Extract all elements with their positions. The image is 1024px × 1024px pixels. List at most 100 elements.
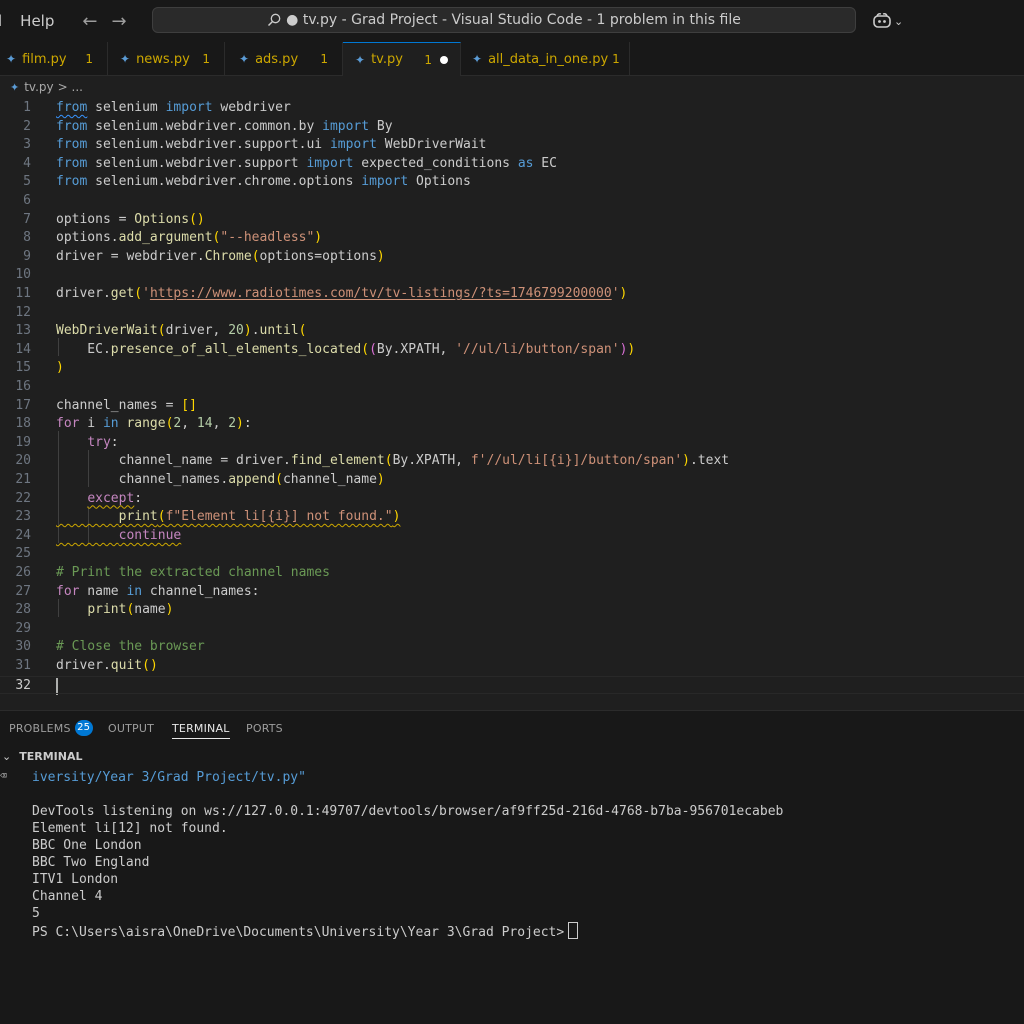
code-text: from selenium.webdriver.common.by import… (56, 118, 393, 134)
code-line[interactable]: 5 from selenium.webdriver.chrome.options … (0, 173, 1024, 192)
code-line[interactable]: 27 for name in channel_names: (0, 583, 1024, 602)
line-number: 15 (15, 360, 31, 376)
python-file-icon: ✦ (120, 52, 131, 66)
tab-film-py[interactable]: ✦ film.py 1 (0, 42, 108, 76)
terminal-section-header[interactable]: ⌄ TERMINAL (0, 745, 1024, 767)
terminal-side-icon[interactable]: ⌫ (0, 769, 7, 782)
code-line[interactable]: 21 channel_names.append(channel_name) (0, 471, 1024, 490)
code-line[interactable]: 28 print(name) (0, 601, 1024, 620)
menu-item-help[interactable]: Help (20, 12, 54, 30)
line-number: 10 (15, 267, 31, 283)
code-line[interactable]: 12 (0, 304, 1024, 323)
code-text: # Print the extracted channel names (56, 565, 330, 580)
code-text: EC.presence_of_all_elements_located((By.… (56, 341, 636, 357)
arrow-right-icon[interactable]: → (111, 11, 126, 32)
code-line[interactable]: 14 EC.presence_of_all_elements_located((… (0, 341, 1024, 360)
code-text: channel_names.append(channel_name) (56, 472, 385, 487)
code-line[interactable]: 10 (0, 266, 1024, 285)
code-line[interactable]: 30 # Close the browser (0, 638, 1024, 657)
code-line[interactable]: 29 (0, 620, 1024, 639)
code-text: ) (56, 360, 64, 376)
code-line[interactable]: 20 channel_name = driver.find_element(By… (0, 452, 1024, 471)
line-number: 32 (15, 677, 31, 693)
code-text: driver.get('https://www.radiotimes.com/t… (56, 286, 628, 301)
code-line[interactable]: 9 driver = webdriver.Chrome(options=optio… (0, 248, 1024, 267)
code-editor[interactable]: 1 from selenium import webdriver 2 from sel… (0, 96, 1024, 708)
tab-problems[interactable]: PROBLEMS 25 (9, 711, 93, 745)
code-line[interactable]: 24 continue (0, 527, 1024, 546)
code-text: except: (87, 490, 143, 506)
code-text: driver.quit() (56, 658, 158, 673)
line-number: 16 (15, 379, 31, 394)
terminal-cursor (568, 922, 579, 939)
problem-count: 1 (85, 52, 93, 66)
code-line[interactable]: 8 options.add_argument("--headless") (0, 229, 1024, 248)
code-line[interactable]: 2 from selenium.webdriver.common.by impor… (0, 118, 1024, 137)
tab-problems-label: PROBLEMS (9, 721, 71, 735)
unsaved-dot-icon[interactable] (440, 55, 448, 64)
line-number: 3 (23, 137, 31, 153)
code-line[interactable]: 25 (0, 545, 1024, 564)
tab-terminal[interactable]: TERMINAL (172, 711, 230, 745)
terminal-line: ITV1 London (32, 872, 119, 887)
tab-tv-py[interactable]: ✦ tv.py 1 (343, 42, 461, 76)
breadcrumb-rest[interactable]: > ... (58, 80, 83, 94)
tab-ads-py[interactable]: ✦ ads.py 1 (233, 42, 343, 76)
line-number: 17 (15, 397, 31, 413)
code-line[interactable]: 23 print(f"Element li[{i}] not found.") (0, 508, 1024, 527)
terminal-line: BBC Two England (32, 855, 150, 870)
code-text: from selenium.webdriver.chrome.options i… (56, 174, 471, 190)
line-number: 11 (15, 286, 31, 301)
line-number: 19 (15, 434, 31, 450)
code-line[interactable]: 7 options = Options() (0, 211, 1024, 230)
code-line[interactable]: 18 for i in range(2, 14, 2): (0, 415, 1024, 434)
python-file-icon: ✦ (355, 52, 366, 67)
command-center-search[interactable]: ● tv.py - Grad Project - Visual Studio C… (152, 7, 856, 33)
line-number: 25 (15, 546, 31, 562)
arrow-left-icon[interactable]: ← (82, 11, 97, 32)
chevron-down-icon: ⌄ (894, 14, 904, 28)
copilot-button[interactable]: ⌄ (872, 10, 908, 32)
code-line[interactable]: 11 driver.get('https://www.radiotimes.com… (0, 285, 1024, 304)
code-line[interactable]: 17 channel_names = [] (0, 397, 1024, 416)
problem-count: 1 (320, 52, 328, 66)
code-line[interactable]: 19 try: (0, 434, 1024, 453)
code-line[interactable]: 22 except: (0, 490, 1024, 509)
line-number: 9 (23, 248, 31, 264)
panel-tab-bar: PROBLEMS 25 OUTPUT TERMINAL PORTS (0, 711, 1024, 745)
code-line[interactable]: 6 (0, 192, 1024, 211)
code-line[interactable]: 32 (0, 675, 1024, 695)
terminal-prompt[interactable]: PS C:\Users\aisra\OneDrive\Documents\Uni… (32, 922, 579, 940)
line-number: 5 (23, 174, 31, 190)
code-text: for i in range(2, 14, 2): (56, 416, 252, 432)
chevron-down-icon[interactable]: ⌄ (2, 750, 11, 763)
line-number: 23 (15, 509, 31, 525)
terminal-line: DevTools listening on ws://127.0.0.1:497… (32, 804, 784, 819)
code-line[interactable]: 31 driver.quit() (0, 657, 1024, 676)
code-text: for name in channel_names: (56, 583, 260, 599)
terminal-output[interactable]: ⌫ iversity/Year 3/Grad Project/tv.py" Dev… (0, 767, 1024, 1024)
copilot-icon (873, 13, 891, 28)
editor-tab-bar: ✦ film.py 1 ✦ news.py 1 ✦ ads.py 1 ✦ tv.… (0, 42, 1024, 76)
code-line[interactable]: 3 from selenium.webdriver.support.ui impo… (0, 136, 1024, 155)
tab-news-py[interactable]: ✦ news.py 1 (114, 42, 225, 76)
tab-all-data-in-one-py[interactable]: ✦ all_data_in_one.py 1 (466, 42, 630, 76)
breadcrumb[interactable]: ✦ tv.py > ... (10, 78, 83, 96)
code-line[interactable]: 15) (0, 359, 1024, 378)
code-line[interactable]: 13 WebDriverWait(driver, 20).until( (0, 322, 1024, 341)
tab-ports-label: PORTS (246, 721, 283, 735)
line-number: 28 (15, 602, 31, 618)
code-line[interactable]: 1 from selenium import webdriver (0, 99, 1024, 118)
breadcrumb-file[interactable]: tv.py (24, 80, 53, 94)
line-number: 14 (15, 341, 31, 357)
tab-ports[interactable]: PORTS (246, 711, 283, 745)
tab-label: film.py (22, 51, 67, 67)
tab-output[interactable]: OUTPUT (108, 711, 154, 745)
code-line[interactable]: 16 (0, 378, 1024, 397)
line-number: 31 (15, 658, 31, 673)
tab-label: all_data_in_one.py (488, 51, 609, 67)
code-line[interactable]: 4 from selenium.webdriver.support import … (0, 155, 1024, 174)
code-text: WebDriverWait(driver, 20).until( (56, 323, 307, 339)
menu-item-terminal[interactable]: l (0, 12, 2, 30)
code-line[interactable]: 26 # Print the extracted channel names (0, 564, 1024, 583)
